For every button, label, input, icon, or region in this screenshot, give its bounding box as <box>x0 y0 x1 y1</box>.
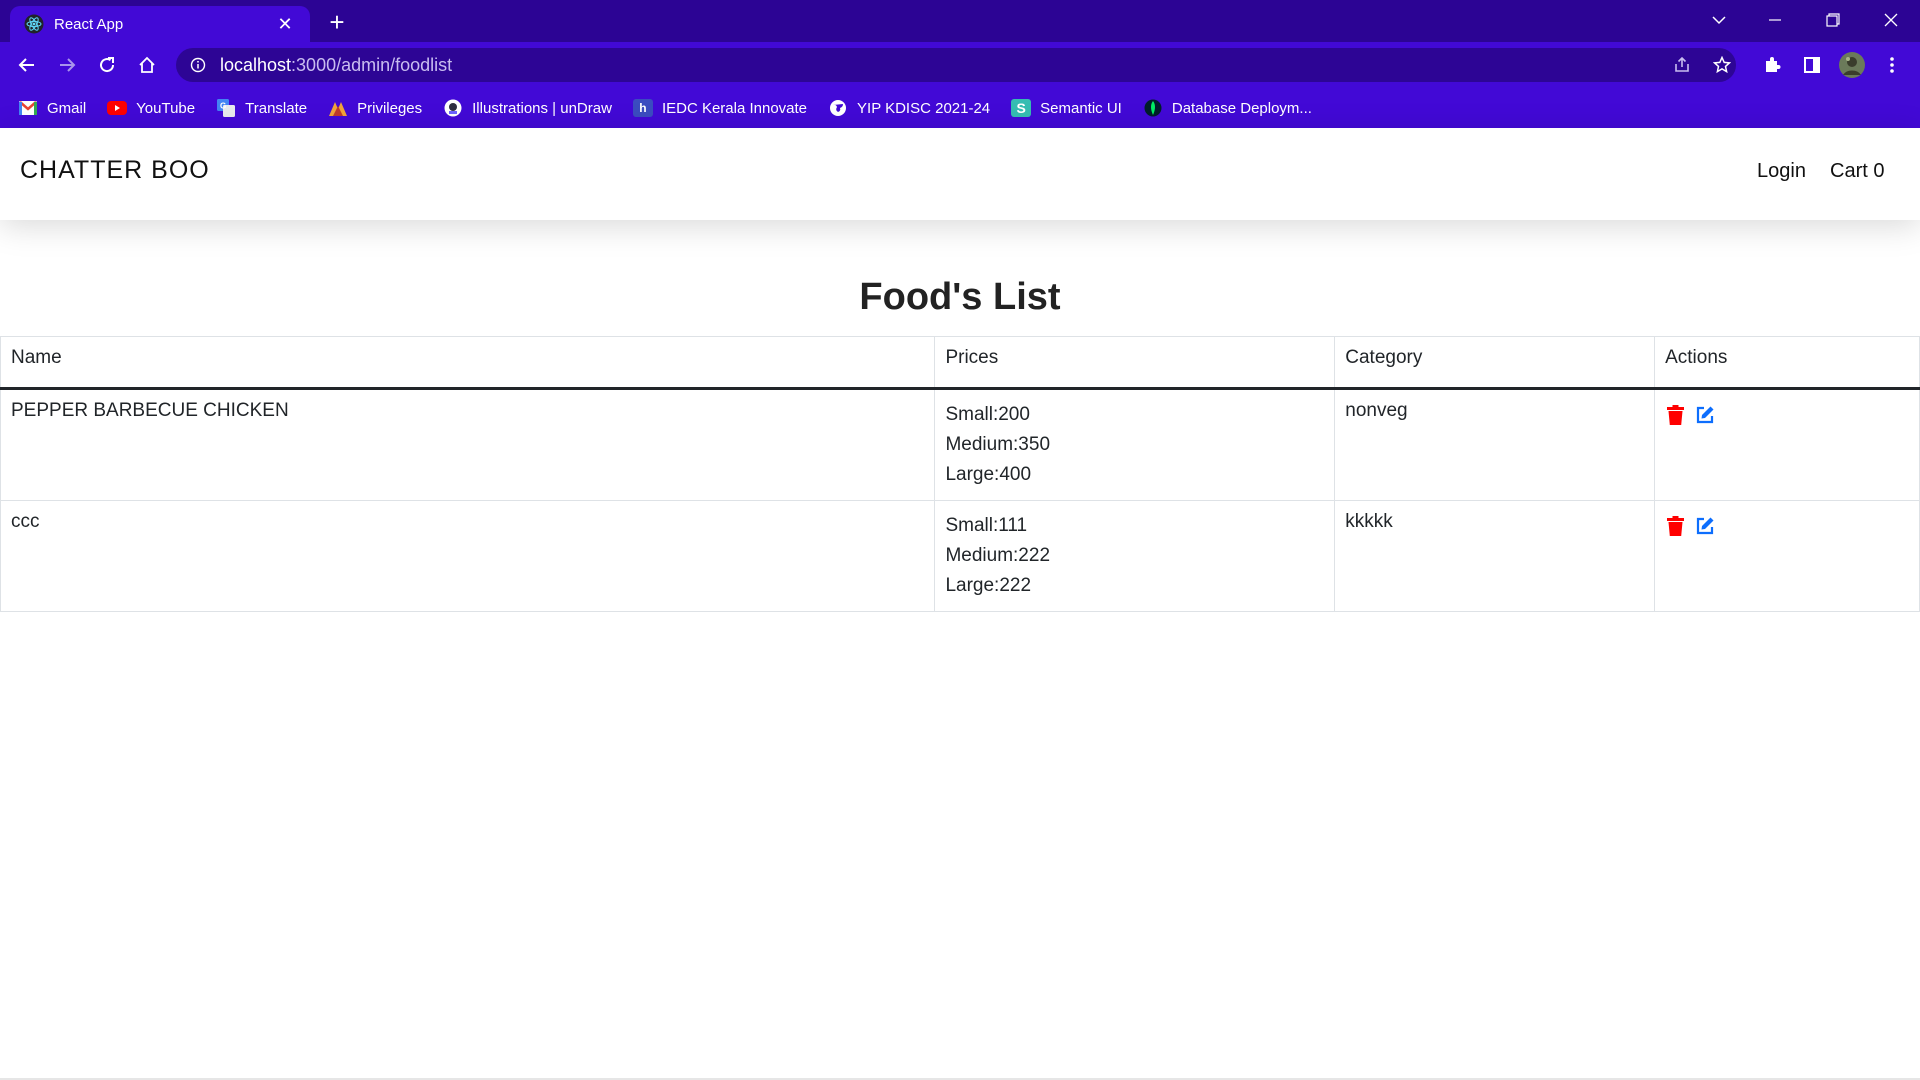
bookmark-label: IEDC Kerala Innovate <box>661 99 808 117</box>
table-row: PEPPER BARBECUE CHICKEN Small:200 Medium… <box>0 388 1920 501</box>
column-header-category: Category <box>1334 336 1656 390</box>
gmail-icon <box>18 99 38 117</box>
cart-link[interactable]: Cart 0 <box>1830 160 1884 183</box>
bookmark-undraw[interactable]: Illustrations | unDraw <box>443 99 612 117</box>
food-actions <box>1654 388 1920 501</box>
side-panel-icon[interactable] <box>1796 49 1828 81</box>
page-content: CHATTER BOO Login Cart 0 Food's List Nam… <box>0 128 1920 1080</box>
bookmark-label: Database Deploym... <box>1171 99 1312 117</box>
url-text: localhost:3000/admin/foodlist <box>220 55 452 76</box>
browser-tab[interactable]: React App ✕ <box>10 6 310 42</box>
food-prices: Small:111 Medium:222 Large:222 <box>934 500 1336 612</box>
bookmark-youtube[interactable]: YouTube <box>107 99 195 117</box>
extensions-icon[interactable] <box>1756 49 1788 81</box>
semantic-ui-icon: S <box>1011 99 1032 117</box>
price-medium: Medium:350 <box>945 434 1051 455</box>
bookmark-label: Gmail <box>47 99 87 117</box>
price-medium: Medium:222 <box>945 545 1051 566</box>
close-tab-icon[interactable]: ✕ <box>274 14 296 35</box>
profile-avatar[interactable] <box>1836 49 1868 81</box>
site-navbar: CHATTER BOO Login Cart 0 <box>0 128 1920 220</box>
bookmark-semantic-ui[interactable]: S Semantic UI <box>1011 99 1122 117</box>
bookmark-yip[interactable]: YIP KDISC 2021-24 <box>828 99 990 117</box>
svg-text:G: G <box>220 102 226 111</box>
globe-icon <box>828 99 848 117</box>
bookmark-iedc[interactable]: h IEDC Kerala Innovate <box>632 99 808 117</box>
forward-arrow-icon[interactable] <box>51 49 83 81</box>
menu-kebab-icon[interactable] <box>1876 49 1908 81</box>
back-arrow-icon[interactable] <box>11 49 43 81</box>
food-actions <box>1654 500 1920 612</box>
bookmark-database[interactable]: Database Deploym... <box>1143 99 1312 117</box>
bookmark-label: Semantic UI <box>1040 99 1122 117</box>
url-host: localhost <box>220 54 292 75</box>
table-row: ccc Small:111 Medium:222 Large:222 kkkkk <box>0 500 1920 612</box>
food-category: nonveg <box>1334 388 1656 501</box>
bookmark-star-icon[interactable] <box>1706 49 1738 81</box>
react-icon <box>24 14 44 34</box>
mongodb-icon <box>1143 99 1163 117</box>
translate-icon: G <box>216 99 236 117</box>
tab-title: React App <box>54 15 124 33</box>
food-name: PEPPER BARBECUE CHICKEN <box>0 388 936 501</box>
url-path: :3000/admin/foodlist <box>291 54 453 75</box>
home-icon[interactable] <box>131 49 163 81</box>
edit-icon[interactable] <box>1695 404 1715 426</box>
youtube-icon <box>107 99 128 117</box>
browser-toolbar: localhost:3000/admin/foodlist <box>0 42 1920 88</box>
address-bar[interactable]: localhost:3000/admin/foodlist <box>176 48 1736 82</box>
privileges-icon <box>328 99 348 117</box>
delete-trash-icon[interactable] <box>1665 515 1685 537</box>
brand-logo[interactable]: CHATTER BOO <box>20 156 210 185</box>
reload-icon[interactable] <box>91 49 123 81</box>
bookmark-label: Privileges <box>357 99 423 117</box>
bookmark-label: YouTube <box>136 99 196 117</box>
site-info-icon[interactable] <box>188 55 208 75</box>
table-header-row: Name Prices Category Actions <box>0 336 1920 390</box>
food-table: Name Prices Category Actions PEPPER BARB… <box>0 336 1920 612</box>
tab-search-chevron-icon[interactable] <box>1696 0 1742 40</box>
price-small: Small:111 <box>945 515 1028 536</box>
login-link[interactable]: Login <box>1757 160 1806 183</box>
page-title: Food's List <box>859 276 1061 318</box>
bookmark-translate[interactable]: G Translate <box>216 99 307 117</box>
bookmarks-bar: Gmail YouTube G Translate Privileges Ill… <box>0 88 1920 128</box>
column-header-actions: Actions <box>1654 336 1920 390</box>
price-large: Large:222 <box>945 575 1032 596</box>
bookmark-label: Illustrations | unDraw <box>472 99 612 117</box>
iedc-icon: h <box>632 99 653 117</box>
food-category: kkkkk <box>1334 500 1656 612</box>
column-header-prices: Prices <box>934 336 1336 390</box>
restore-button[interactable] <box>1810 0 1856 40</box>
new-tab-button[interactable]: + <box>322 8 352 38</box>
bookmark-label: Translate <box>245 99 308 117</box>
undraw-icon <box>443 99 463 117</box>
delete-trash-icon[interactable] <box>1665 404 1685 426</box>
bookmark-gmail[interactable]: Gmail <box>18 99 86 117</box>
bookmark-label: YIP KDISC 2021-24 <box>857 99 991 117</box>
food-prices: Small:200 Medium:350 Large:400 <box>934 388 1336 501</box>
edit-icon[interactable] <box>1695 515 1715 537</box>
share-icon[interactable] <box>1666 49 1698 81</box>
close-window-button[interactable] <box>1868 0 1914 40</box>
price-large: Large:400 <box>945 464 1032 485</box>
price-small: Small:200 <box>945 404 1030 425</box>
bookmark-privileges[interactable]: Privileges <box>328 99 422 117</box>
food-name: ccc <box>0 500 936 612</box>
column-header-name: Name <box>0 336 936 390</box>
minimize-button[interactable] <box>1752 0 1798 40</box>
browser-tabstrip: React App ✕ + <box>0 0 1920 42</box>
